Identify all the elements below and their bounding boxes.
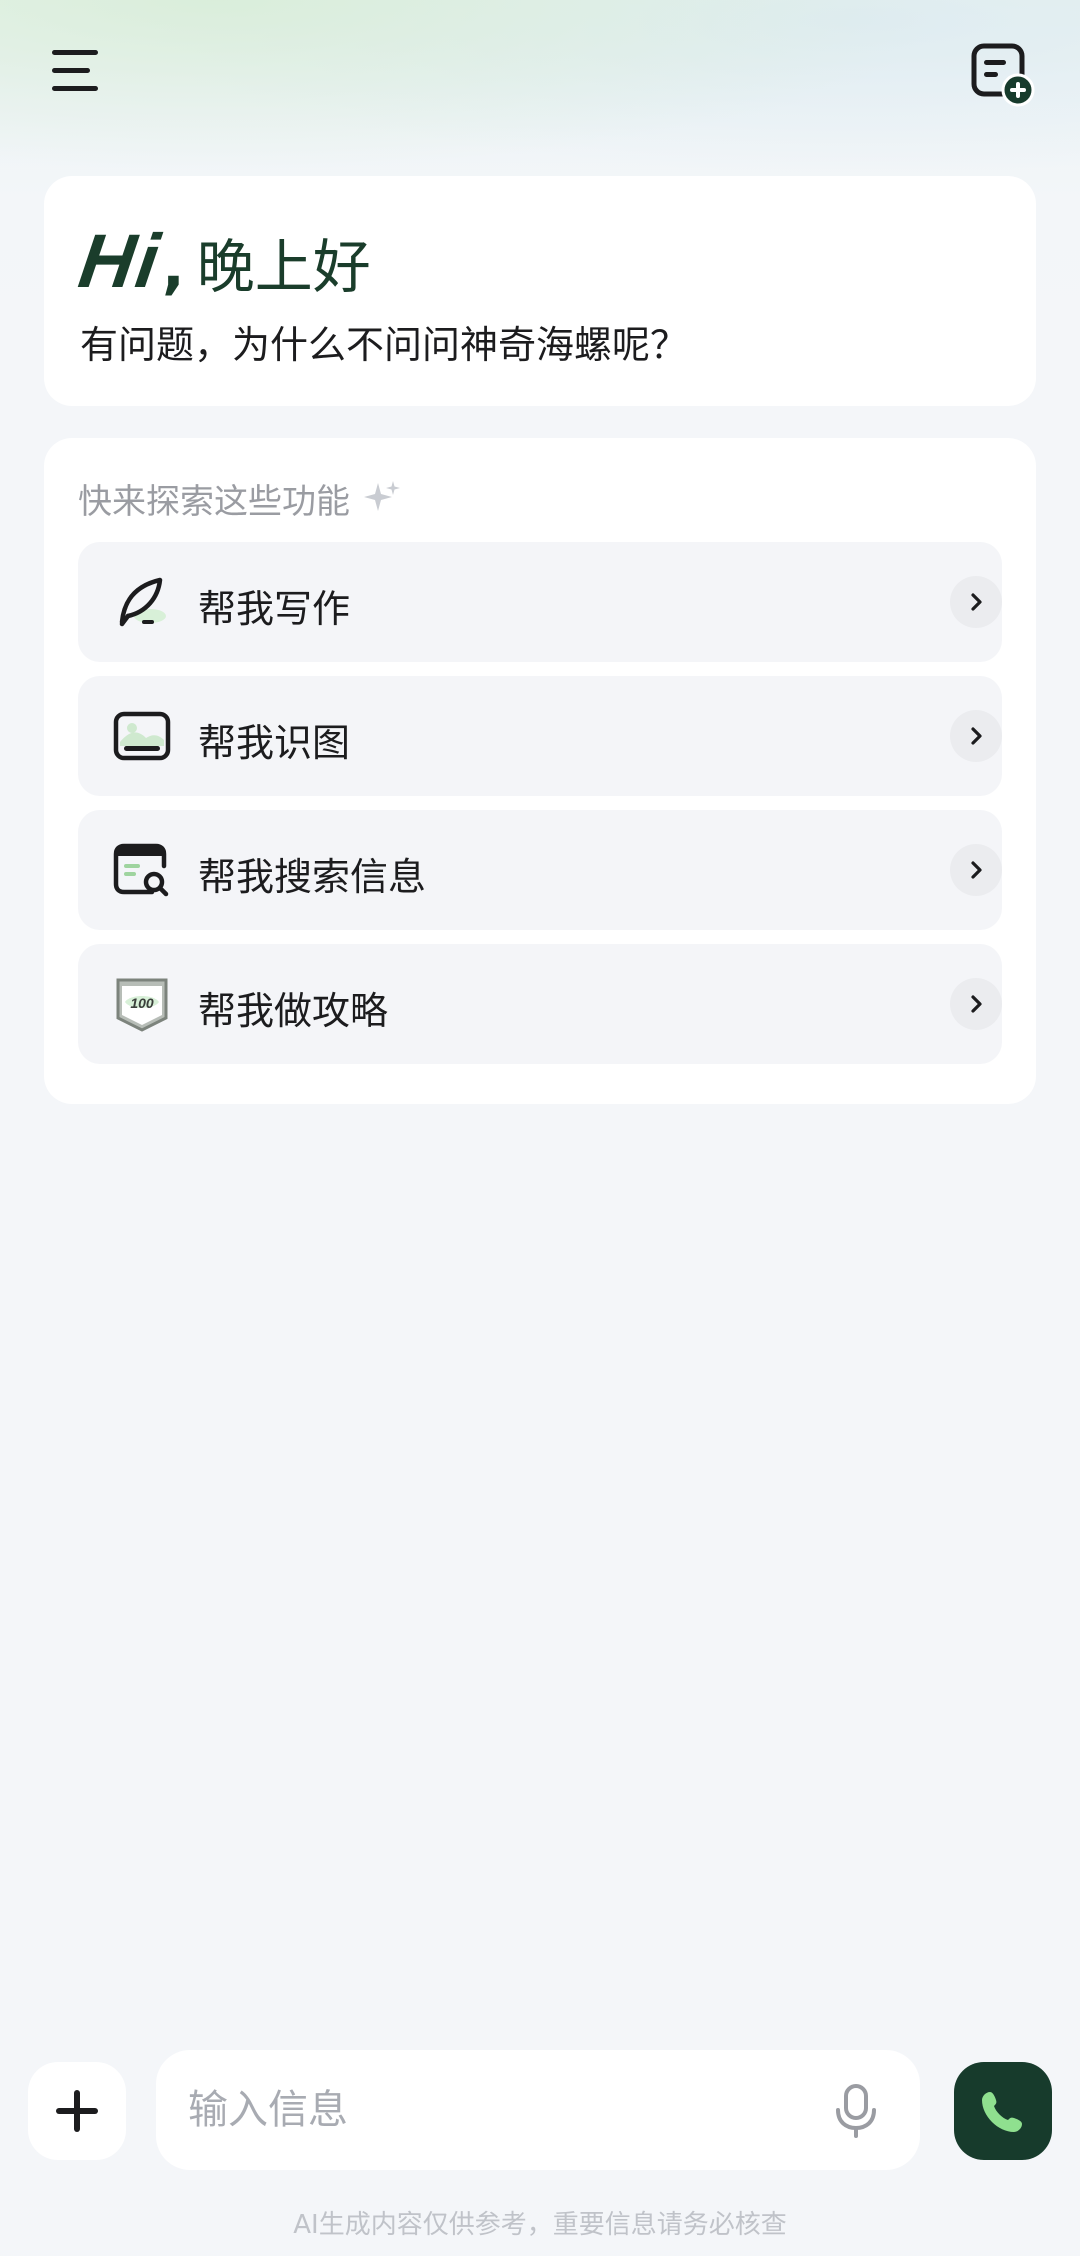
composer [156,2050,920,2170]
chevron-right-icon [950,576,1002,628]
voice-input-button[interactable] [828,2082,884,2138]
feature-item-label: 帮我搜索信息 [198,855,427,899]
feature-item-writing[interactable]: 帮我写作 [78,542,1002,662]
menu-button[interactable] [48,44,104,100]
svg-text:100: 100 [130,995,154,1011]
feature-item-image-recognition[interactable]: 帮我识图 [78,676,1002,796]
hamburger-menu-icon [52,50,98,91]
feature-item-label: 帮我做攻略 [198,989,389,1033]
plus-icon [56,2090,98,2132]
header-glow [0,0,1080,200]
badge-100-icon: 100 [116,978,168,1032]
microphone-icon [836,2084,876,2138]
greeting-salutation: 晚上好 [196,233,371,301]
message-input[interactable] [188,2078,808,2142]
feature-item-label: 帮我写作 [198,587,351,631]
search-document-icon [113,843,169,897]
greeting-comma: , [162,232,185,302]
new-chat-button[interactable] [968,40,1036,108]
chevron-right-icon [950,844,1002,896]
features-card: 快来探索这些功能 帮我写作 帮我识图 帮我搜索信息 100 帮我做攻略 [44,438,1036,1104]
features-title: 快来探索这些功能 [78,482,350,522]
image-icon [113,711,171,761]
greeting-hi: Hi [74,219,166,304]
greeting-line: Hi , 晚上好 [74,218,371,305]
attach-button[interactable] [28,2062,126,2160]
feature-item-guide[interactable]: 100 帮我做攻略 [78,944,1002,1064]
chevron-right-icon [950,978,1002,1030]
features-header: 快来探索这些功能 [78,474,402,523]
phone-icon [982,2092,1022,2132]
feature-item-label: 帮我识图 [198,721,351,765]
feature-item-search[interactable]: 帮我搜索信息 [78,810,1002,930]
greeting-card: Hi , 晚上好 有问题，为什么不问问神奇海螺呢？ [44,176,1036,406]
app-screen: Hi , 晚上好 有问题，为什么不问问神奇海螺呢？ 快来探索这些功能 帮我写作 [0,0,1080,2256]
ai-disclaimer: AI生成内容仅供参考，重要信息请务必核查 [293,2210,787,2240]
quill-icon [119,577,166,627]
new-chat-icon [971,43,1035,107]
chevron-right-icon [950,710,1002,762]
greeting-subtitle: 有问题，为什么不问问神奇海螺呢？ [80,323,689,367]
voice-call-button[interactable] [954,2062,1052,2160]
sparkle-icon [364,480,400,511]
